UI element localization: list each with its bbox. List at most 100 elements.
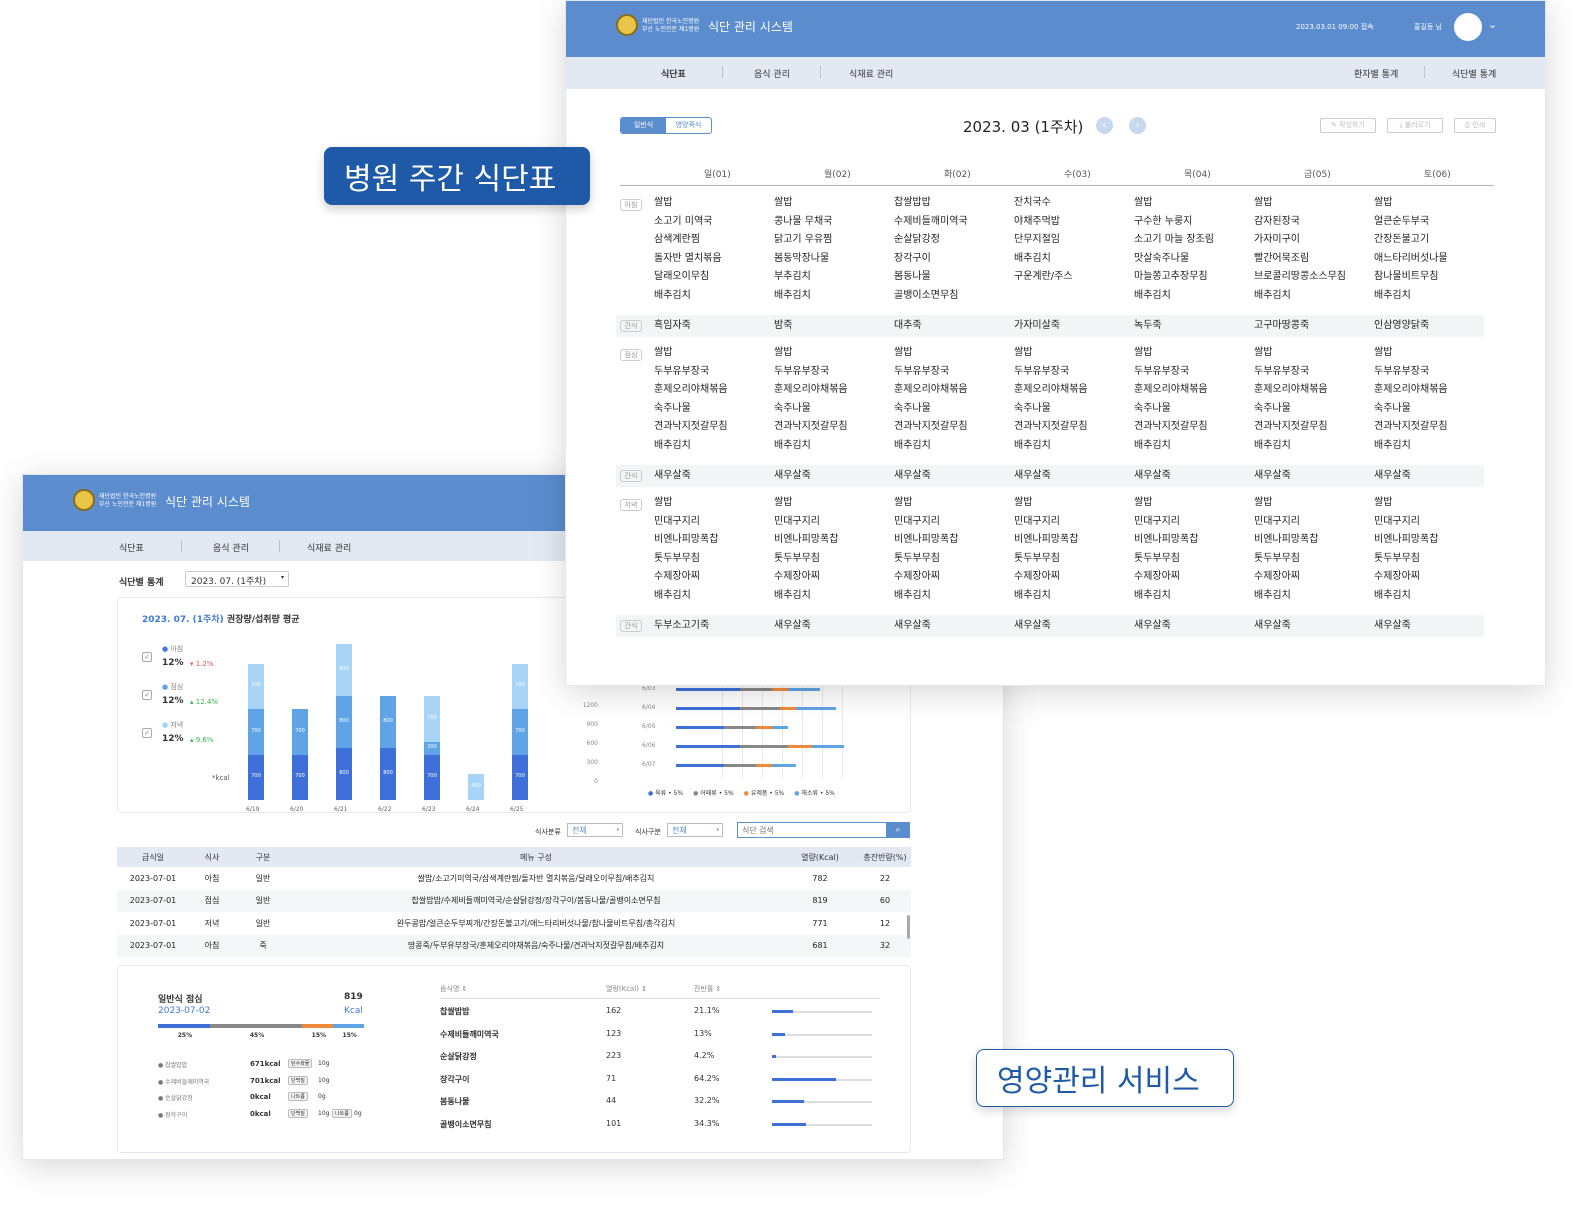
menu-cell[interactable]: 쌀밥 민대구지리 비엔나피망폭찹 톳두부무침 수제장아찌 배추김치 [654,494,718,605]
menu-cell[interactable]: 쌀밥 소고기 미역국 삼색계란찜 돌자반 멸치볶음 달래오이무침 배추김치 [654,194,722,305]
hbar-segment[interactable] [740,745,788,748]
table-row[interactable]: 2023-07-01 아침 일반 쌀밥/소고기미역국/삼색계란찜/돌자반 멸치볶음/달… [117,867,911,890]
hbar-segment[interactable] [740,707,780,710]
chevron-down-icon[interactable]: ⌄ [1488,18,1497,31]
bar-점심[interactable]: 700 [512,709,528,755]
menu-cell[interactable]: 쌀밥 두부유부장국 훈제오리야채볶음 숙주나물 견과낙지젓갈무침 배추김치 [894,344,968,455]
menu-cell[interactable]: 찹쌀밥밥 수제비들깨미역국 순살닭강정 장각구이 봄동나물 골뱅이소면무침 [894,194,968,305]
menu-cell[interactable]: 새우살죽 [894,617,931,636]
hbar-segment[interactable] [788,688,820,691]
bar-저녁[interactable]: 700 [512,663,528,709]
menu-cell[interactable]: 쌀밥 얼큰순두부국 간장돈불고기 애느타리버섯나물 참나물비트무침 배추김치 [1374,194,1448,305]
menu-cell[interactable]: 쌀밥 구수한 누룽지 소고기 마늘 장조림 맛살숙주나물 마늘쫑고추장무침 배추… [1134,194,1214,305]
bar-저녁[interactable]: 400 [468,774,484,800]
menu-cell[interactable]: 쌀밥 두부유부장국 훈제오리야채볶음 숙주나물 견과낙지젓갈무침 배추김치 [1374,344,1448,455]
hbar-segment[interactable] [676,688,740,691]
menu-cell[interactable]: 가자미살죽 [1014,317,1060,336]
food-table-header[interactable]: 열량(Kcal) ⇕ [606,984,647,994]
nav-ingredient-manage[interactable]: 식재료 관리 [307,541,351,554]
hbar-segment[interactable] [756,726,772,729]
nav-food-manage[interactable]: 음식 관리 [213,541,249,554]
menu-cell[interactable]: 쌀밥 민대구지리 비엔나피망폭찹 톳두부무침 수제장아찌 배추김치 [894,494,958,605]
menu-cell[interactable]: 쌀밥 두부유부장국 훈제오리야채볶음 숙주나물 견과낙지젓갈무침 배추김치 [774,344,848,455]
menu-cell[interactable]: 쌀밥 콩나물 무채국 닭고기 우유찜 봄동막장나물 부추김치 배추김치 [774,194,832,305]
menu-cell[interactable]: 쌀밥 두부유부장국 훈제오리야채볶음 숙주나물 견과낙지젓갈무침 배추김치 [654,344,728,455]
menu-cell[interactable]: 두부소고기죽 [654,617,709,636]
menu-cell[interactable]: 밤죽 [774,317,792,336]
table-header[interactable]: 메뉴 구성 [291,847,781,867]
nav-meal-stats[interactable]: 식단별 통계 [1452,67,1496,80]
menu-cell[interactable]: 쌀밥 두부유부장국 훈제오리야채볶음 숙주나물 견과낙지젓갈무침 배추김치 [1014,344,1088,455]
meal-filter-select[interactable]: 전체 ▾ [667,823,723,837]
bar-아침[interactable]: 700 [292,754,308,800]
bar-저녁[interactable]: 700 [248,663,264,709]
checkbox-icon[interactable]: ✓ [142,690,152,700]
menu-cell[interactable]: 새우살죽 [1014,467,1051,486]
menu-cell[interactable]: 새우살죽 [1134,467,1171,486]
hbar-segment[interactable] [676,726,724,729]
hbar-segment[interactable] [724,726,756,729]
bar-아침[interactable]: 700 [248,754,264,800]
table-row[interactable]: 2023-07-01 아침 죽 땅콩죽/두부유부장국/훈제오리야채볶음/숙주나물/견과… [117,934,911,957]
menu-cell[interactable]: 쌀밥 민대구지리 비엔나피망폭찹 톳두부무침 수제장아찌 배추김치 [774,494,838,605]
bar-아침[interactable]: 700 [512,754,528,800]
table-header[interactable]: 급식일 [117,847,189,867]
hbar-segment[interactable] [676,745,740,748]
menu-cell[interactable]: 새우살죽 [774,467,811,486]
table-header[interactable]: 총잔반량(%) [859,847,911,867]
menu-cell[interactable]: 새우살죽 [654,467,691,486]
bar-저녁[interactable]: 800 [336,644,352,696]
toggle-regular[interactable]: 일반식 [621,118,666,133]
bar-점심[interactable]: 700 [292,709,308,755]
hbar-segment[interactable] [772,764,796,767]
menu-cell[interactable]: 새우살죽 [1374,617,1411,636]
week-select[interactable]: 2023. 07. (1주차) ▾ [185,571,289,587]
print-button[interactable]: ⎙ 인쇄 [1454,118,1496,133]
menu-cell[interactable]: 대추죽 [894,317,922,336]
nav-ingredient-manage[interactable]: 식재료 관리 [849,67,893,80]
menu-cell[interactable]: 고구마땅콩죽 [1254,317,1309,336]
menu-cell[interactable]: 새우살죽 [1254,467,1291,486]
toggle-porridge[interactable]: 영양죽식 [666,118,711,133]
table-row[interactable]: 2023-07-01 저녁 일반 완두콩밥/얼큰순두부찌개/간장돈불고기/애느타리버섯… [117,912,911,935]
nav-food-manage[interactable]: 음식 관리 [754,67,790,80]
menu-cell[interactable]: 새우살죽 [894,467,931,486]
next-week-button[interactable]: › [1129,117,1146,134]
bar-점심[interactable]: 200 [424,741,440,755]
hbar-segment[interactable] [740,688,772,691]
hbar-segment[interactable] [724,764,756,767]
search-button[interactable]: ⌕ [886,822,910,838]
table-header[interactable]: 열량(Kcal) [781,847,859,867]
menu-cell[interactable]: 새우살죽 [1014,617,1051,636]
load-button[interactable]: ⤓ 불러오기 [1387,118,1443,133]
hbar-segment[interactable] [756,764,772,767]
prev-week-button[interactable]: ‹ [1096,117,1113,134]
nav-patient-stats[interactable]: 환자별 통계 [1354,67,1398,80]
hbar-segment[interactable] [676,764,724,767]
avatar[interactable] [1454,13,1482,41]
menu-cell[interactable]: 쌀밥 민대구지리 비엔나피망폭찹 톳두부무침 수제장아찌 배추김치 [1014,494,1078,605]
hbar-segment[interactable] [788,745,812,748]
bar-아침[interactable]: 700 [424,754,440,800]
menu-cell[interactable]: 새우살죽 [774,617,811,636]
menu-cell[interactable]: 쌀밥 감자된장국 가자미구이 빨간어묵조림 브로콜리땅콩소스무침 배추김치 [1254,194,1346,305]
table-header[interactable]: 식사 [189,847,235,867]
menu-cell[interactable]: 흑임자죽 [654,317,691,336]
menu-cell[interactable]: 새우살죽 [1134,617,1171,636]
menu-cell[interactable]: 쌀밥 민대구지리 비엔나피망폭찹 톳두부무침 수제장아찌 배추김치 [1254,494,1318,605]
menu-cell[interactable]: 쌀밥 민대구지리 비엔나피망폭찹 톳두부무침 수제장아찌 배추김치 [1374,494,1438,605]
search-input[interactable] [737,822,887,838]
menu-cell[interactable]: 인삼영양닭죽 [1374,317,1429,336]
menu-cell[interactable]: 쌀밥 민대구지리 비엔나피망폭찹 톳두부무침 수제장아찌 배추김치 [1134,494,1198,605]
food-table-header[interactable]: 잔반률 ⇕ [694,984,721,994]
bar-점심[interactable]: 700 [248,709,264,755]
bar-아침[interactable]: 800 [336,748,352,800]
bar-저녁[interactable]: 700 [424,696,440,742]
write-button[interactable]: ✎ 작성하기 [1320,118,1376,133]
hbar-segment[interactable] [676,707,740,710]
menu-cell[interactable]: 녹두죽 [1134,317,1162,336]
checkbox-icon[interactable]: ✓ [142,728,152,738]
hbar-segment[interactable] [772,688,788,691]
table-row[interactable]: 2023-07-01 점심 일반 찹쌀밥밥/수제비들깨미역국/순살닭강정/장각구이/봄… [117,889,911,912]
menu-cell[interactable]: 쌀밥 두부유부장국 훈제오리야채볶음 숙주나물 견과낙지젓갈무침 배추김치 [1254,344,1328,455]
